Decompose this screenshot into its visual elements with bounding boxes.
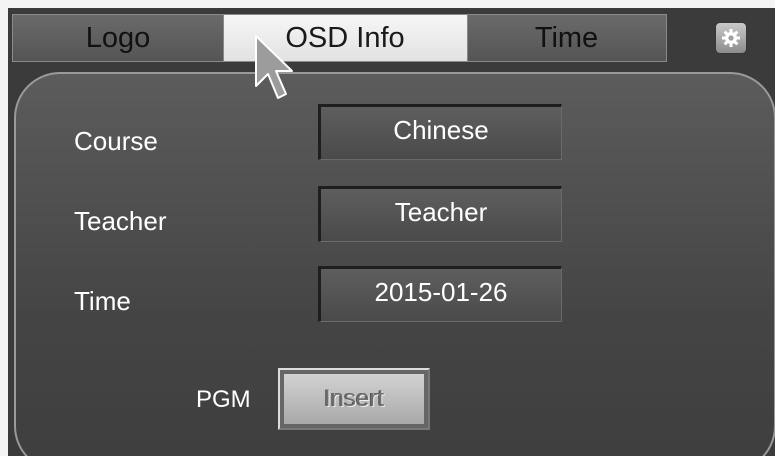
insert-button[interactable]: Insert	[278, 368, 430, 430]
pgm-label: PGM	[196, 386, 251, 413]
tab-bar: Logo OSD Info Time	[12, 14, 667, 62]
course-label: Course	[74, 126, 158, 156]
insert-button-face: Insert	[284, 374, 424, 424]
course-value: Chinese	[393, 114, 489, 145]
tab-osd-info-label: OSD Info	[285, 21, 405, 54]
teacher-label: Teacher	[74, 206, 167, 236]
teacher-field[interactable]: Teacher	[318, 186, 562, 242]
osd-settings-window: Logo OSD Info Time Course Chinese Teache…	[8, 8, 775, 456]
tab-logo[interactable]: Logo	[13, 15, 223, 61]
tab-time-label: Time	[534, 21, 599, 54]
tab-divider	[467, 15, 468, 61]
tab-logo-label: Logo	[85, 21, 151, 54]
settings-button[interactable]	[716, 23, 746, 53]
mouse-cursor-icon	[255, 35, 293, 99]
tab-time[interactable]: Time	[467, 15, 666, 61]
osd-info-panel: Course Chinese Teacher Teacher Time 2015…	[14, 72, 775, 456]
teacher-value: Teacher	[394, 196, 488, 227]
insert-button-label: Insert	[323, 385, 385, 412]
time-label: Time	[74, 286, 131, 316]
time-value: 2015-01-26	[374, 276, 508, 307]
tab-divider	[223, 15, 224, 61]
gear-icon	[722, 29, 740, 47]
course-field[interactable]: Chinese	[318, 104, 562, 160]
time-field[interactable]: 2015-01-26	[318, 266, 562, 322]
